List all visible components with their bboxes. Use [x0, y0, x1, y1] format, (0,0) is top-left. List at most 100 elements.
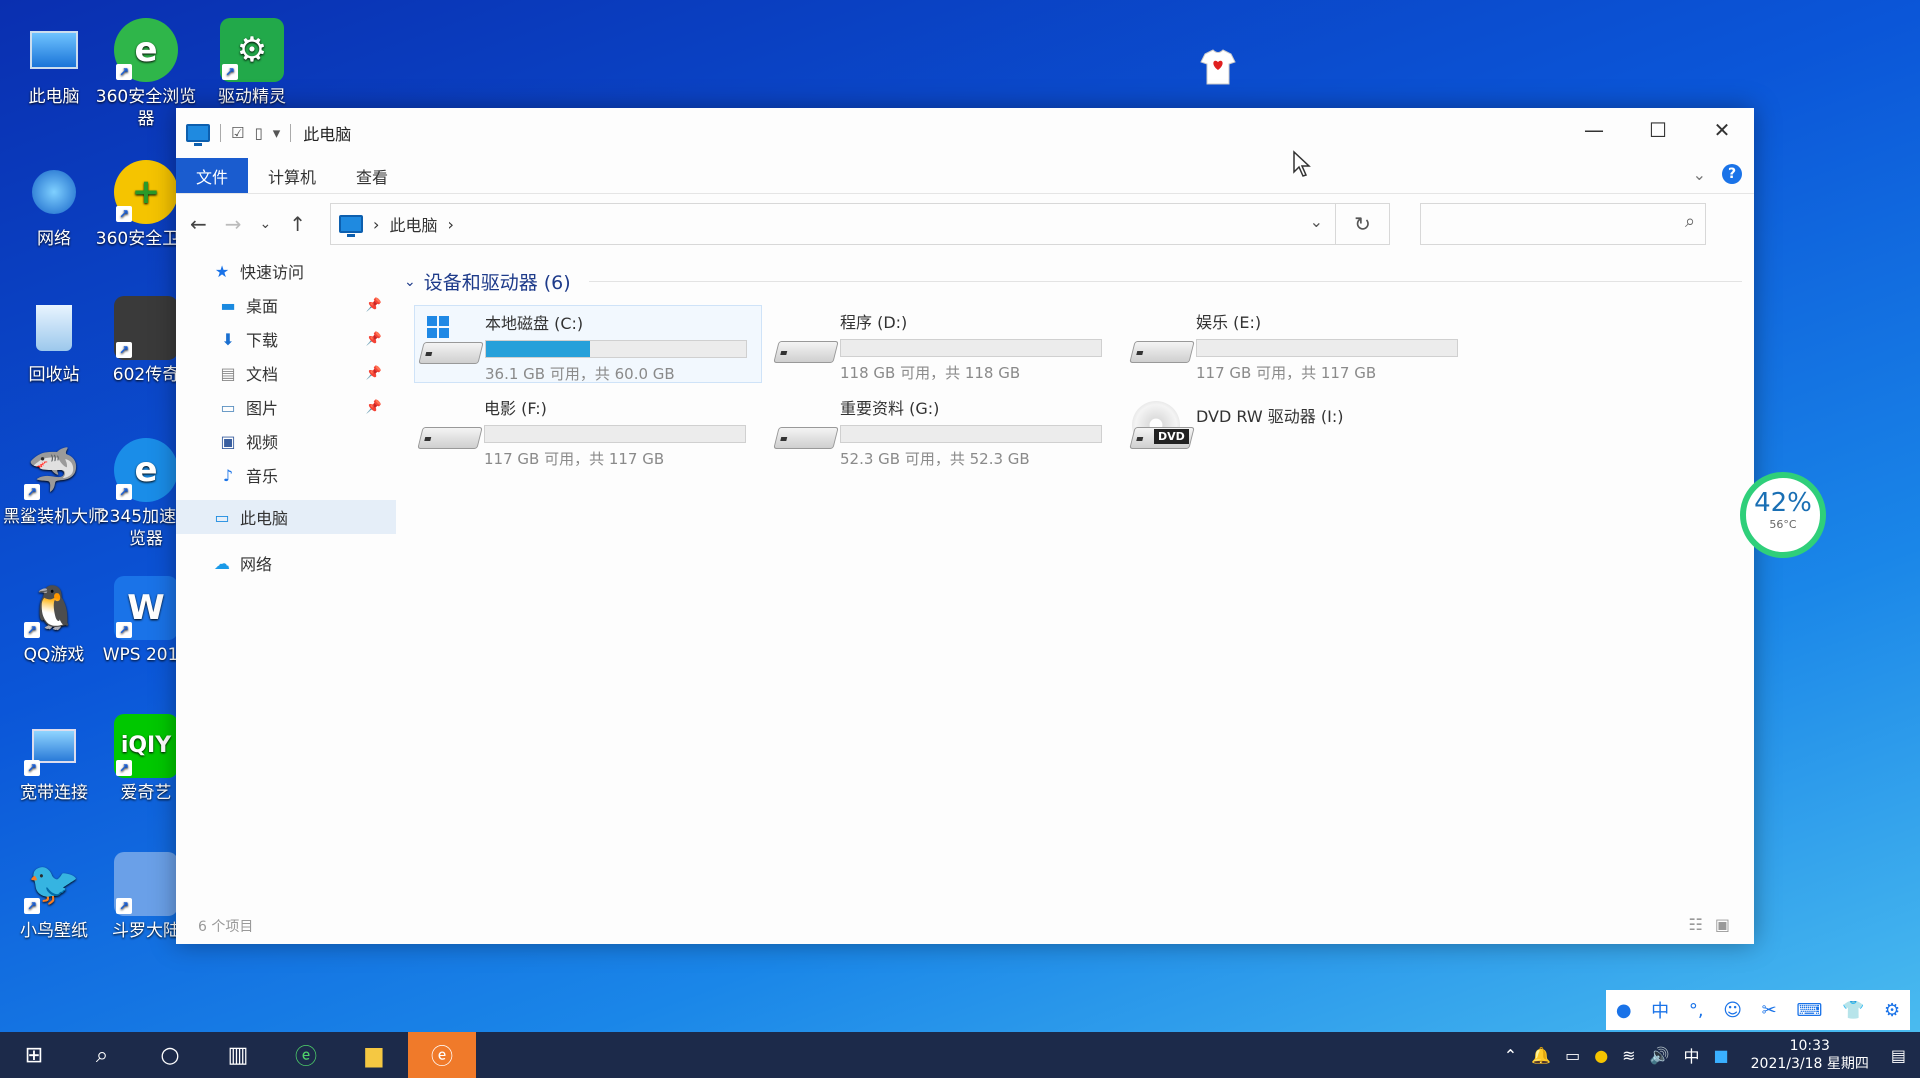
sidebar-item-label: 视频	[246, 433, 279, 452]
sidebar-item-documents[interactable]: ▤ 文档 📌	[176, 356, 396, 390]
sidebar-item-quick-access[interactable]: ★ 快速访问	[176, 254, 396, 288]
sidebar-item-desktop[interactable]: ▬ 桌面 📌	[176, 288, 396, 322]
window-title: 此电脑	[303, 125, 352, 144]
close-button[interactable]: ✕	[1690, 108, 1754, 152]
clock-date: 2021/3/18 星期四	[1750, 1056, 1869, 1072]
qq-tray-icon[interactable]: ■	[1714, 1046, 1729, 1065]
customize-toolbar-icon[interactable]: ▾	[273, 124, 281, 142]
large-icons-view-icon[interactable]: ▣	[1715, 915, 1730, 934]
sidebar-item-network[interactable]: ☁ 网络	[176, 546, 396, 580]
drive-dvd[interactable]: DVD DVD RW 驱动器 (I:)	[1126, 391, 1474, 469]
ime-logo-icon[interactable]: ●	[1616, 1000, 1632, 1021]
address-bar[interactable]: › 此电脑 › ⌄ ↻	[330, 203, 1391, 245]
properties-icon[interactable]: ☑	[231, 124, 244, 142]
group-header[interactable]: ⌄ 设备和驱动器 (6)	[404, 268, 1742, 295]
tab-file[interactable]: 文件	[176, 158, 249, 193]
notification-bell-icon[interactable]: 🔔	[1531, 1046, 1551, 1065]
hard-drive-icon	[414, 391, 484, 461]
sidebar-item-label: 网络	[240, 555, 273, 574]
pin-icon[interactable]: 📌	[366, 298, 382, 313]
wifi-icon[interactable]: ≋	[1622, 1046, 1635, 1065]
drive-c[interactable]: 本地磁盘 (C:) 36.1 GB 可用，共 60.0 GB	[414, 305, 762, 383]
window-controls: — ☐ ✕	[1562, 108, 1754, 152]
expand-ribbon-icon[interactable]: ⌄	[1693, 165, 1706, 184]
tshirt-icon[interactable]	[1197, 46, 1239, 88]
maximize-button[interactable]: ☐	[1626, 108, 1690, 152]
refresh-button[interactable]: ↻	[1335, 204, 1389, 244]
details-view-icon[interactable]: ☷	[1689, 915, 1703, 934]
back-button[interactable]: ←	[190, 212, 207, 236]
content-pane: ⌄ 设备和驱动器 (6) 本地磁盘 (C:) 36.1 GB 可用，共 60.0…	[404, 268, 1742, 505]
drive-free-space: 118 GB 可用，共 118 GB	[840, 364, 1021, 382]
desktop-icon-label: 602传奇	[112, 365, 180, 385]
download-icon: ⬇	[221, 329, 235, 349]
clock[interactable]: 10:33 2021/3/18 星期四	[1751, 1037, 1869, 1073]
forward-button[interactable]: →	[225, 212, 242, 236]
search-button[interactable]: ⌕	[68, 1032, 136, 1078]
taskbar-360-browser[interactable]: ⓔ	[272, 1032, 340, 1078]
task-view-button[interactable]: ▥	[204, 1032, 272, 1078]
start-button[interactable]: ⊞	[0, 1032, 68, 1078]
ime-mode[interactable]: 中	[1651, 997, 1669, 1023]
sidebar-item-downloads[interactable]: ⬇ 下载 📌	[176, 322, 396, 356]
pin-icon[interactable]: 📌	[366, 366, 382, 381]
sidebar-item-music[interactable]: ♪ 音乐	[176, 458, 396, 492]
pin-icon[interactable]: 📌	[366, 400, 382, 415]
breadcrumb-this-pc[interactable]: 此电脑	[389, 212, 437, 236]
drive-usage-bar	[840, 425, 1102, 443]
drive-free-space: 52.3 GB 可用，共 52.3 GB	[840, 450, 1030, 468]
cortana-button[interactable]: ○	[136, 1032, 204, 1078]
tab-computer[interactable]: 计算机	[248, 158, 336, 193]
punctuation-icon[interactable]: °,	[1689, 1000, 1704, 1021]
tab-view[interactable]: 查看	[336, 158, 408, 193]
up-button[interactable]: ↑	[289, 212, 306, 236]
sidebar-item-label: 下载	[246, 331, 279, 350]
tools-icon[interactable]: ✂	[1762, 1000, 1777, 1021]
star-icon: ★	[214, 261, 230, 281]
skin-icon[interactable]: 👕	[1842, 1000, 1864, 1021]
navigation-bar: ← → ⌄ ↑ › 此电脑 › ⌄ ↻ ⌕	[176, 194, 1754, 254]
recent-locations-button[interactable]: ⌄	[260, 216, 272, 232]
taskbar-2345-browser[interactable]: ⓔ	[408, 1032, 476, 1078]
ime-indicator[interactable]: 中	[1684, 1043, 1700, 1067]
computer-icon	[22, 18, 86, 82]
address-dropdown-icon[interactable]: ⌄	[1310, 212, 1323, 231]
volume-icon[interactable]: 🔊	[1650, 1046, 1670, 1065]
sidebar-item-videos[interactable]: ▣ 视频	[176, 424, 396, 458]
keyboard-icon[interactable]: ⌨	[1796, 1000, 1822, 1021]
drive-e[interactable]: 娱乐 (E:) 117 GB 可用，共 117 GB	[1126, 305, 1474, 383]
settings-icon[interactable]: ⚙	[1884, 1000, 1900, 1021]
system-drive-icon	[415, 306, 485, 376]
show-hidden-icons[interactable]: ⌃	[1504, 1046, 1517, 1065]
new-folder-icon[interactable]: ▯	[254, 124, 262, 142]
search-input[interactable]: ⌕	[1420, 203, 1707, 245]
action-center-icon[interactable]: ▤	[1891, 1046, 1906, 1065]
2345-browser-icon: e ↗	[114, 438, 178, 502]
drive-name: 娱乐 (E:)	[1196, 313, 1262, 332]
drive-name: 电影 (F:)	[484, 399, 547, 418]
desktop-icon-label: 网络	[37, 229, 71, 249]
battery-icon[interactable]: ▭	[1565, 1046, 1580, 1065]
drive-f[interactable]: 电影 (F:) 117 GB 可用，共 117 GB	[414, 391, 762, 469]
drive-d[interactable]: 程序 (D:) 118 GB 可用，共 118 GB	[770, 305, 1118, 383]
sidebar-item-label: 快速访问	[240, 263, 305, 282]
taskbar-file-explorer[interactable]: ▆	[340, 1032, 408, 1078]
minimize-button[interactable]: —	[1562, 108, 1626, 152]
desktop-icon-label: 驱动精灵	[218, 87, 286, 107]
drive-name: 本地磁盘 (C:)	[485, 314, 584, 333]
help-icon[interactable]: ?	[1722, 164, 1742, 184]
emoji-icon[interactable]: ☺	[1723, 1000, 1742, 1021]
360-guard-icon: + ↗	[114, 160, 178, 224]
sidebar-item-label: 此电脑	[240, 509, 289, 528]
this-pc-icon	[186, 124, 210, 146]
memory-usage-widget[interactable]: 42% 56°C	[1740, 472, 1826, 558]
360-tray-icon[interactable]: ●	[1594, 1046, 1608, 1065]
sidebar-item-label: 文档	[246, 365, 279, 384]
drive-g[interactable]: 重要资料 (G:) 52.3 GB 可用，共 52.3 GB	[770, 391, 1118, 469]
desktop-icon-driver[interactable]: ⚙ ↗ 驱动精灵	[198, 18, 306, 108]
sidebar-item-this-pc[interactable]: ▭ 此电脑	[176, 500, 396, 534]
clock-time: 10:33	[1789, 1038, 1830, 1054]
sidebar-item-pictures[interactable]: ▭ 图片 📌	[176, 390, 396, 424]
pin-icon[interactable]: 📌	[366, 332, 382, 347]
desktop-icon-label: 回收站	[28, 365, 80, 385]
